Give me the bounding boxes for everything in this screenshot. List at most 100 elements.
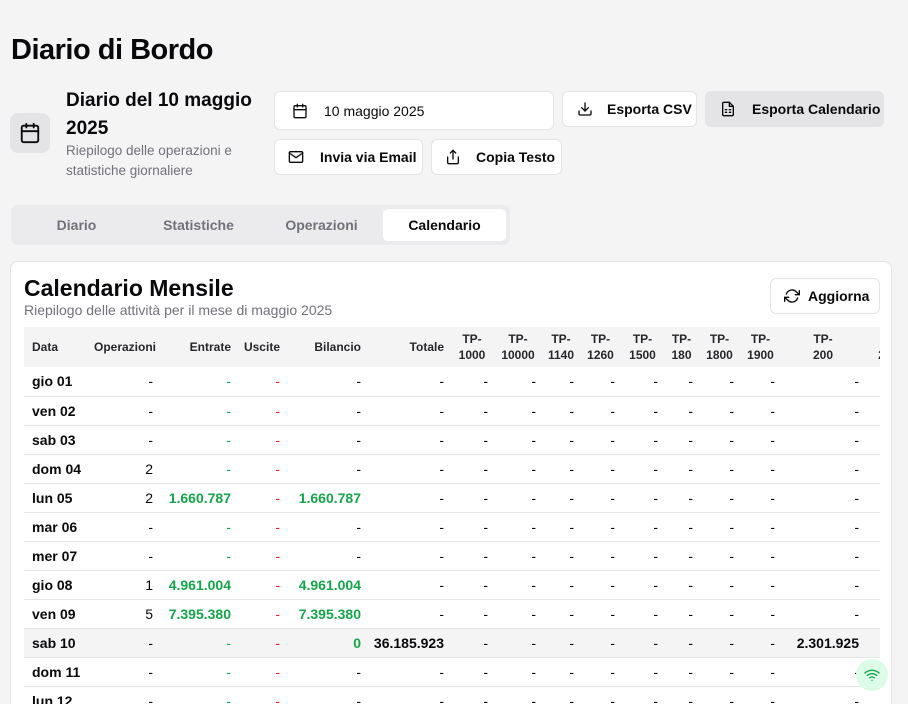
export-calendar-button[interactable]: Esporta Calendario — [705, 91, 884, 127]
total-cell: - — [369, 396, 452, 426]
tp-cell: - — [623, 541, 666, 571]
table-header-row: Data Operazioni Entrate Uscite Bilancio Total… — [24, 327, 880, 367]
tp-cell: - — [867, 396, 880, 426]
operations-cell: - — [90, 628, 161, 658]
tp-cell: - — [582, 483, 623, 513]
total-cell: - — [369, 541, 452, 571]
expenses-cell: - — [239, 512, 288, 542]
table-row[interactable]: lun 12--------------- — [24, 686, 880, 704]
export-csv-button[interactable]: Esporta CSV — [562, 91, 697, 127]
tp-cell: - — [582, 570, 623, 600]
copy-text-button[interactable]: Copia Testo — [431, 139, 562, 175]
tp-cell: - — [582, 657, 623, 687]
date-picker[interactable]: 10 maggio 2025 — [274, 91, 554, 130]
table-row[interactable]: gio 01--------------- — [24, 367, 880, 397]
operations-cell: 2 — [90, 483, 161, 513]
column-header: TP- 1260 — [582, 327, 623, 367]
row-date: sab 03 — [24, 425, 90, 455]
operations-cell: - — [90, 541, 161, 571]
column-header: TP- 200 — [783, 327, 867, 367]
calendar-table-container[interactable]: Data Operazioni Entrate Uscite Bilancio Total… — [24, 327, 880, 704]
send-email-button[interactable]: Invia via Email — [274, 139, 423, 175]
table-row[interactable]: sab 10---036.185.923--------2.301.925- — [24, 628, 880, 658]
tab-diario[interactable]: Diario — [15, 209, 138, 241]
expenses-cell: - — [239, 599, 288, 629]
total-cell: - — [369, 512, 452, 542]
tp-cell: - — [623, 686, 666, 704]
table-row[interactable]: lun 0521.660.787-1.660.787----------- — [24, 483, 880, 513]
tp-cell: - — [666, 367, 701, 397]
tp-cell: - — [742, 425, 783, 455]
expenses-cell: - — [239, 541, 288, 571]
tp-cell: - — [623, 483, 666, 513]
total-cell: - — [369, 483, 452, 513]
tp-cell: - — [496, 628, 544, 658]
table-row[interactable]: gio 0814.961.004-4.961.004----------- — [24, 570, 880, 600]
tab-operazioni[interactable]: Operazioni — [260, 209, 383, 241]
tp-cell: - — [623, 570, 666, 600]
column-header: Operazioni — [90, 327, 161, 367]
row-date: mer 07 — [24, 541, 90, 571]
income-cell: - — [161, 512, 239, 542]
total-cell: - — [369, 367, 452, 397]
tp-cell: - — [742, 367, 783, 397]
tp-cell: - — [544, 396, 582, 426]
income-cell: - — [161, 367, 239, 397]
tp-cell: - — [623, 454, 666, 484]
tp-cell: - — [496, 396, 544, 426]
tp-cell: - — [544, 628, 582, 658]
tp-cell: - — [701, 599, 742, 629]
tp-cell: - — [582, 454, 623, 484]
total-cell: - — [369, 686, 452, 704]
table-row[interactable]: mer 07--------------- — [24, 541, 880, 571]
tp-cell: - — [867, 425, 880, 455]
expenses-cell: - — [239, 425, 288, 455]
tp-cell: - — [496, 454, 544, 484]
table-row[interactable]: sab 03--------------- — [24, 425, 880, 455]
tp-cell: - — [701, 628, 742, 658]
refresh-icon — [784, 288, 800, 304]
row-date: dom 11 — [24, 657, 90, 687]
tp-cell: - — [867, 483, 880, 513]
tp-cell: - — [496, 570, 544, 600]
income-cell: - — [161, 541, 239, 571]
column-header: TP- 1140 — [544, 327, 582, 367]
column-header: TP- 1800 — [701, 327, 742, 367]
file-spreadsheet-icon — [720, 101, 736, 117]
tp-cell: - — [544, 454, 582, 484]
tp-cell: - — [623, 367, 666, 397]
total-cell: 36.185.923 — [369, 628, 452, 658]
balance-cell: - — [288, 512, 369, 542]
calendar-table: Data Operazioni Entrate Uscite Bilancio Total… — [24, 327, 880, 704]
tp-cell: - — [544, 570, 582, 600]
wifi-icon[interactable] — [856, 659, 888, 691]
tp-cell: - — [544, 541, 582, 571]
tp-cell: - — [582, 367, 623, 397]
tp-cell: - — [666, 541, 701, 571]
share-icon — [445, 149, 461, 165]
income-cell: - — [161, 454, 239, 484]
operations-cell: 5 — [90, 599, 161, 629]
table-row[interactable]: mar 06--------------- — [24, 512, 880, 542]
tp-cell: - — [742, 483, 783, 513]
tab-statistiche[interactable]: Statistiche — [137, 209, 260, 241]
total-cell: - — [369, 599, 452, 629]
expenses-cell: - — [239, 454, 288, 484]
balance-cell: - — [288, 396, 369, 426]
column-header: TP- 1500 — [623, 327, 666, 367]
tp-cell: - — [701, 396, 742, 426]
table-row[interactable]: ven 0957.395.380-7.395.380----------- — [24, 599, 880, 629]
refresh-button[interactable]: Aggiorna — [770, 278, 880, 314]
tp-cell: - — [582, 628, 623, 658]
tab-calendario[interactable]: Calendario — [383, 209, 506, 241]
total-cell: - — [369, 657, 452, 687]
table-row[interactable]: dom 11--------------- — [24, 657, 880, 687]
table-row[interactable]: dom 042-------------- — [24, 454, 880, 484]
tp-cell: - — [544, 599, 582, 629]
table-row[interactable]: ven 02--------------- — [24, 396, 880, 426]
tp-cell: - — [496, 541, 544, 571]
tp-cell: - — [452, 628, 496, 658]
tp-cell: - — [544, 425, 582, 455]
balance-cell: - — [288, 454, 369, 484]
mail-icon — [288, 149, 304, 165]
